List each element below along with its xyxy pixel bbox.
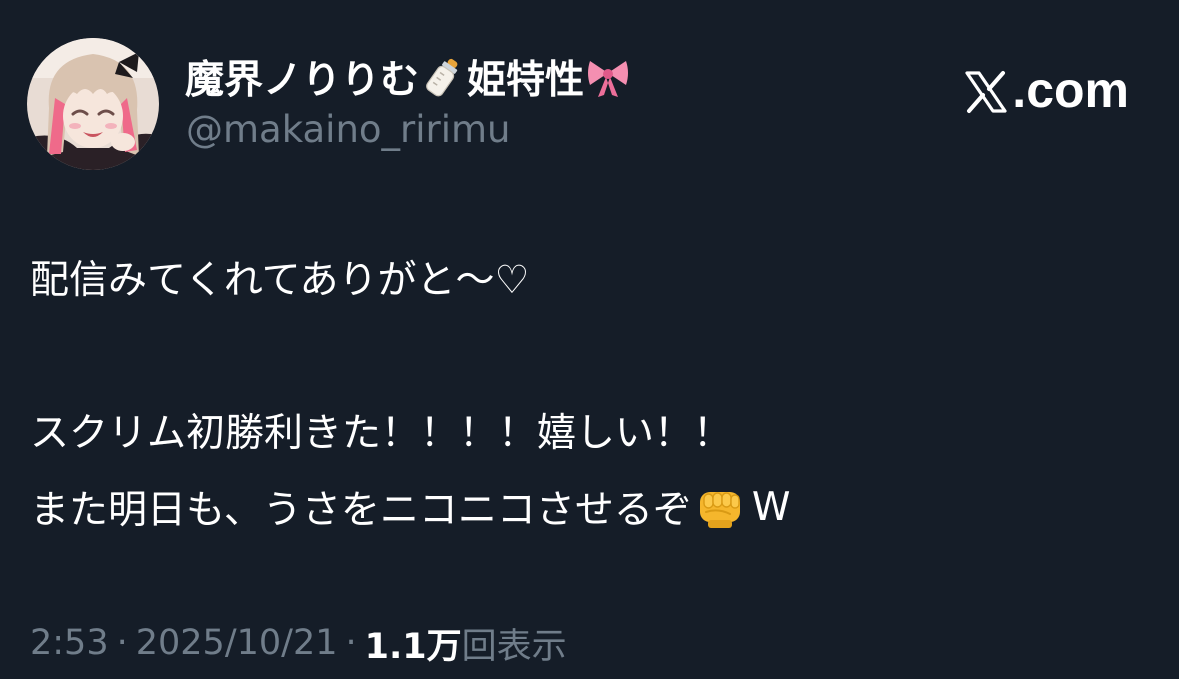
tweet-text-line-3-after: W [751,484,791,530]
tweet-text-line-3-before: また明日も、うさをニコニコさせるぞ [30,488,692,533]
views-label: 回表示 [461,626,567,667]
brand-domain-text: .com [1012,62,1129,118]
tweet-meta: 2:53 · 2025/10/21 · 1.1万 回表示 [30,618,567,668]
baby-bottle-icon [421,55,465,99]
display-name-text-1: 魔界ノりりむ [185,58,420,103]
tweet-card: 魔界ノりりむ 姫特性 @makaino_ririmu .com 配信みてくれてあ… [0,0,1179,679]
tweet-date[interactable]: 2025/10/21 [136,623,338,663]
tweet-text-line-1: 配信みてくれてありがと〜♡ [30,258,530,303]
views-count[interactable]: 1.1万 [365,618,462,669]
oncoming-fist-icon [694,480,748,534]
ribbon-icon [586,55,630,99]
avatar-illustration-icon [27,38,159,170]
meta-separator: · [116,623,128,663]
x-logo-icon [964,68,1008,113]
tweet-text-line-2: スクリム初勝利きた！！！！嬉しい！！ [30,411,733,456]
tweet-time[interactable]: 2:53 [30,623,109,663]
user-handle[interactable]: @makaino_ririmu [186,108,511,151]
brand-watermark: .com [964,62,1129,118]
display-name[interactable]: 魔界ノりりむ 姫特性 [185,52,632,103]
meta-separator: · [345,623,357,663]
avatar[interactable] [27,38,159,170]
display-name-text-2: 姫特性 [467,58,585,103]
tweet-text-line-3: また明日も、うさをニコニコさせるぞ W [30,480,790,534]
